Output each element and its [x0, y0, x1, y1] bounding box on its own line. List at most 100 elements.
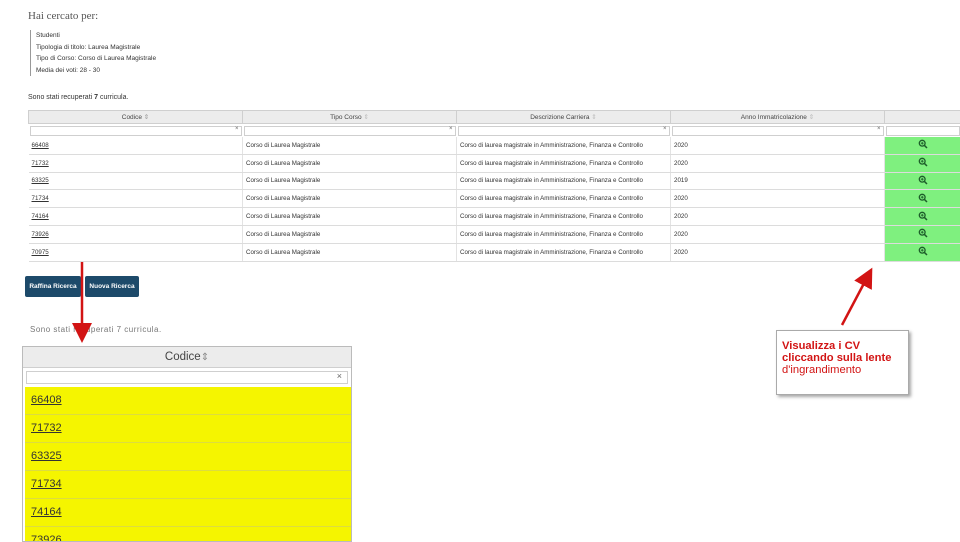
- magnifier-icon[interactable]: [918, 157, 928, 167]
- clear-icon[interactable]: ×: [877, 126, 881, 132]
- column-header-codice[interactable]: Codice ⇕: [29, 111, 243, 124]
- result-count-text: Sono stati recuperati 7 curricula.: [28, 94, 128, 101]
- table-row: 70975 Corso di Laurea MagistraleCorso di …: [29, 243, 960, 261]
- filter-input-descrizione[interactable]: ×: [458, 126, 670, 136]
- table-row: 71732 Corso di Laurea MagistraleCorso di …: [29, 154, 960, 172]
- table-row: 73926Corso di Laurea MagistraleCorso di …: [29, 225, 960, 243]
- code-link[interactable]: 71732: [31, 422, 62, 434]
- cell-codice: 63325: [29, 172, 243, 190]
- new-search-button[interactable]: Nuova Ricerca: [85, 276, 139, 297]
- zoomed-filter-input-codice[interactable]: ×: [26, 371, 348, 384]
- cell-codice: 71732: [29, 154, 243, 172]
- magnifier-icon[interactable]: [918, 175, 928, 185]
- cell-anno: 2020: [671, 137, 885, 154]
- filter-input-tipo-corso[interactable]: ×: [244, 126, 456, 136]
- view-cv-button[interactable]: [885, 154, 960, 172]
- criteria-line: Media dei voti: 28 - 30: [36, 65, 156, 77]
- view-cv-button[interactable]: [885, 172, 960, 190]
- zoomed-code-list: 66408 71732 63325 71734 74164 73926: [25, 387, 351, 542]
- refine-search-button[interactable]: Raffina Ricerca: [25, 276, 81, 297]
- code-link[interactable]: 74164: [31, 506, 62, 518]
- clear-icon[interactable]: ×: [449, 126, 453, 132]
- zoomed-code-column: Codice⇕ × 66408 71732 63325 71734 74164 …: [22, 346, 352, 542]
- sort-icon: ⇕: [591, 114, 596, 121]
- list-item[interactable]: 63325: [25, 443, 351, 471]
- list-item[interactable]: 71732: [25, 415, 351, 443]
- callout-line: cliccando sulla lente: [782, 352, 891, 364]
- code-link[interactable]: 66408: [32, 142, 49, 149]
- zoomed-column-header-codice[interactable]: Codice⇕: [23, 347, 351, 368]
- filter-input-codice[interactable]: ×: [30, 126, 242, 136]
- cell-anno: 2020: [671, 190, 885, 208]
- cell-descrizione: Corso di laurea magistrale in Amministra…: [457, 172, 671, 190]
- cell-anno: 2020: [671, 243, 885, 261]
- code-link[interactable]: 71732: [32, 160, 49, 167]
- cell-codice: 74164: [29, 208, 243, 226]
- cell-codice: 70975: [29, 243, 243, 261]
- table-row: 74164 Corso di Laurea MagistraleCorso di …: [29, 208, 960, 226]
- view-cv-button[interactable]: [885, 190, 960, 208]
- magnifier-icon[interactable]: [918, 193, 928, 203]
- filter-input-view[interactable]: [886, 126, 960, 136]
- search-criteria: Studenti Tipologia di titolo: Laurea Mag…: [30, 30, 156, 76]
- cell-tipo-corso: Corso di Laurea Magistrale: [243, 154, 457, 172]
- view-cv-button[interactable]: [885, 225, 960, 243]
- criteria-line: Studenti: [36, 30, 156, 42]
- sort-icon: ⇕: [201, 352, 209, 363]
- result-count: 7: [94, 94, 98, 101]
- clear-icon[interactable]: ×: [663, 126, 667, 132]
- clear-icon[interactable]: ×: [235, 126, 239, 132]
- arrow-to-lens: [842, 272, 870, 325]
- results-table: Codice ⇕ Tipo Corso ⇕ Descrizione Carrie…: [28, 110, 960, 262]
- list-item[interactable]: 66408: [25, 387, 351, 415]
- cell-descrizione: Corso di laurea magistrale in Amministra…: [457, 190, 671, 208]
- table-row: 66408Corso di Laurea MagistraleCorso di …: [29, 137, 960, 154]
- magnifier-icon[interactable]: [918, 228, 928, 238]
- filter-input-anno[interactable]: ×: [672, 126, 884, 136]
- criteria-line: Tipo di Corso: Corso di Laurea Magistral…: [36, 53, 156, 65]
- view-cv-button[interactable]: [885, 137, 960, 154]
- cell-tipo-corso: Corso di Laurea Magistrale: [243, 137, 457, 154]
- column-header-view: [885, 111, 960, 124]
- code-link[interactable]: 66408: [31, 394, 62, 406]
- code-link[interactable]: 70975: [32, 249, 49, 256]
- cell-tipo-corso: Corso di Laurea Magistrale: [243, 208, 457, 226]
- callout-line: Visualizza i CV: [782, 340, 860, 352]
- sort-icon: ⇕: [363, 114, 368, 121]
- annotation-callout: Visualizza i CV cliccando sulla lente d'…: [776, 330, 909, 395]
- view-cv-button[interactable]: [885, 208, 960, 226]
- list-item[interactable]: 74164: [25, 499, 351, 527]
- cell-codice: 66408: [29, 137, 243, 154]
- magnifier-icon[interactable]: [918, 139, 928, 149]
- code-link[interactable]: 63325: [32, 177, 49, 184]
- cell-tipo-corso: Corso di Laurea Magistrale: [243, 190, 457, 208]
- column-header-anno[interactable]: Anno Immatricolazione ⇕: [671, 111, 885, 124]
- cell-anno: 2020: [671, 208, 885, 226]
- clear-icon[interactable]: ×: [337, 371, 342, 381]
- cell-descrizione: Corso di laurea magistrale in Amministra…: [457, 154, 671, 172]
- code-link[interactable]: 63325: [31, 450, 62, 462]
- code-link[interactable]: 73926: [31, 534, 62, 542]
- sort-icon: ⇕: [144, 114, 149, 121]
- cell-descrizione: Corso di laurea magistrale in Amministra…: [457, 208, 671, 226]
- column-header-descrizione[interactable]: Descrizione Carriera ⇕: [457, 111, 671, 124]
- code-link[interactable]: 71734: [32, 195, 49, 202]
- cell-descrizione: Corso di laurea magistrale in Amministra…: [457, 243, 671, 261]
- cell-tipo-corso: Corso di Laurea Magistrale: [243, 225, 457, 243]
- table-row: 71734 Corso di Laurea MagistraleCorso di …: [29, 190, 960, 208]
- cell-tipo-corso: Corso di Laurea Magistrale: [243, 172, 457, 190]
- result-count-text-zoomed: Sono stati recuperati 7 curricula.: [30, 325, 162, 334]
- sort-icon: ⇕: [809, 114, 814, 121]
- view-cv-button[interactable]: [885, 243, 960, 261]
- cell-codice: 71734: [29, 190, 243, 208]
- cell-anno: 2020: [671, 225, 885, 243]
- column-header-tipo-corso[interactable]: Tipo Corso ⇕: [243, 111, 457, 124]
- cell-tipo-corso: Corso di Laurea Magistrale: [243, 243, 457, 261]
- code-link[interactable]: 73926: [32, 231, 49, 238]
- code-link[interactable]: 74164: [32, 213, 49, 220]
- magnifier-icon[interactable]: [918, 211, 928, 221]
- cell-codice: 73926: [29, 225, 243, 243]
- code-link[interactable]: 71734: [31, 478, 62, 490]
- magnifier-icon[interactable]: [918, 246, 928, 256]
- list-item[interactable]: 71734: [25, 471, 351, 499]
